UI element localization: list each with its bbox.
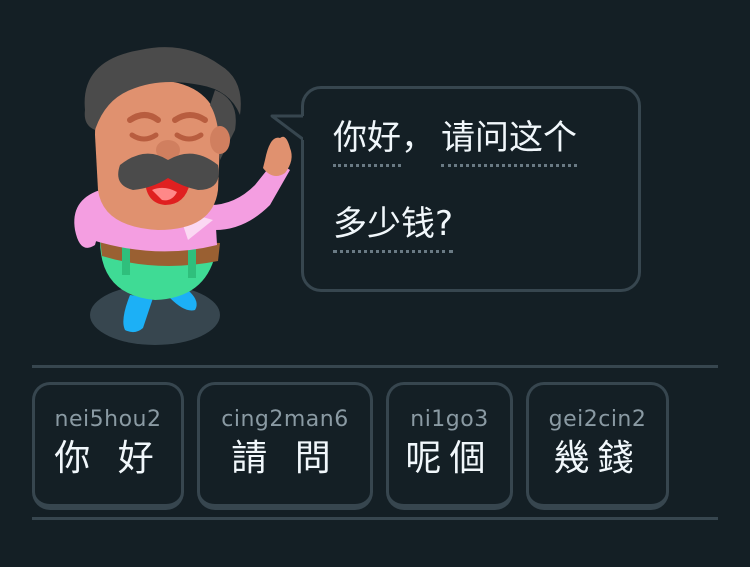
tile-romanization: nei5hou2 <box>54 407 162 432</box>
tile-romanization: cing2man6 <box>221 407 349 432</box>
word-tile[interactable]: gei2cin2 幾錢 <box>526 382 669 510</box>
tile-characters: 呢個 <box>405 438 494 479</box>
answer-area-top-divider <box>32 365 718 368</box>
speech-bubble <box>301 86 641 292</box>
word-tile[interactable]: ni1go3 呢個 <box>386 382 513 510</box>
speech-line-1: 你好， 请问这个 <box>333 118 577 167</box>
word-tile[interactable]: cing2man6 請 問 <box>197 382 373 510</box>
speech-line-2: 多少钱? <box>333 204 454 253</box>
tile-characters: 請 問 <box>231 438 339 479</box>
word-tile[interactable]: nei5hou2 你 好 <box>32 382 184 510</box>
tile-characters: 你 好 <box>54 438 162 479</box>
speech-comma: ， <box>401 118 435 158</box>
tile-romanization: gei2cin2 <box>548 407 647 432</box>
tile-romanization: ni1go3 <box>410 407 489 432</box>
speech-word[interactable]: 你好 <box>333 118 401 167</box>
shopkeeper-character-icon <box>74 47 292 345</box>
exercise-screen: 你好， 请问这个 多少钱? nei5hou2 你 好 cing2man6 請 問 … <box>0 0 750 567</box>
answer-area-bottom-divider <box>32 517 718 520</box>
speech-word[interactable]: 多少钱? <box>333 204 454 253</box>
word-bank: nei5hou2 你 好 cing2man6 請 問 ni1go3 呢個 gei… <box>32 382 669 510</box>
speech-word[interactable]: 请问这个 <box>441 118 577 167</box>
speech-bubble-tail <box>270 114 309 142</box>
tile-characters: 幾錢 <box>553 438 642 479</box>
